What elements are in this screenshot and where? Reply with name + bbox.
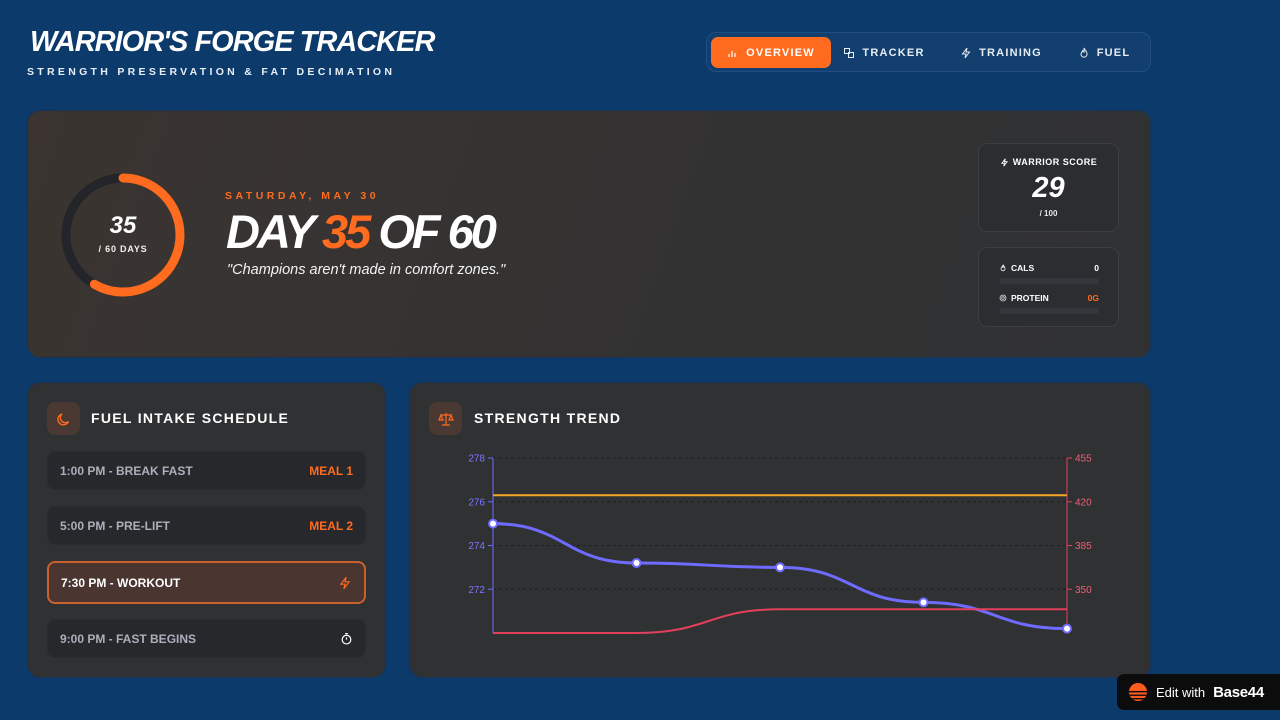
macro-row-cals: CALS 0 xyxy=(999,262,1099,274)
schedule-item-label: 1:00 PM - BREAK FAST xyxy=(60,463,193,478)
left-tick-label: 276 xyxy=(468,497,485,508)
right-tick-label: 350 xyxy=(1075,585,1092,596)
data-point xyxy=(1062,623,1072,634)
ring-day-value: 35 xyxy=(109,212,137,239)
macros-card: CALS 0 PROTEIN 0G xyxy=(978,247,1119,327)
day-heading: DAY 35 OF 60 xyxy=(226,204,497,260)
edit-with-base44-badge[interactable]: Edit with Base44 xyxy=(1117,674,1280,710)
right-tick-label: 385 xyxy=(1075,541,1092,552)
flame-icon xyxy=(1000,264,1006,272)
flame-icon xyxy=(1080,47,1088,58)
badge-brand: Base44 xyxy=(1213,683,1264,701)
schedule-item[interactable]: 9:00 PM - FAST BEGINS xyxy=(47,619,366,658)
main-nav: OVERVIEW TRACKER TRAINING FUEL xyxy=(706,32,1151,72)
target-icon xyxy=(999,294,1007,302)
tab-training-label: TRAINING xyxy=(979,46,1042,59)
macro-cals-label: CALS xyxy=(1011,263,1035,273)
macro-protein-label: PROTEIN xyxy=(1011,293,1049,303)
data-point xyxy=(631,558,642,568)
tab-overview[interactable]: OVERVIEW xyxy=(711,37,831,68)
macro-name-row: PROTEIN xyxy=(999,293,1049,303)
day-prefix: DAY xyxy=(226,205,315,258)
series-line xyxy=(492,522,1068,631)
macro-protein-bar xyxy=(999,308,1099,314)
bolt-icon xyxy=(961,47,971,58)
left-tick-label: 278 xyxy=(468,454,485,465)
bolt-icon xyxy=(339,576,351,589)
schedule-item-tag: MEAL 1 xyxy=(309,463,353,478)
ring-day-label: / 60 DAYS xyxy=(98,244,148,254)
trend-title: STRENGTH TREND xyxy=(474,410,622,426)
base44-logo-icon xyxy=(1129,683,1147,701)
right-tick-label: 420 xyxy=(1075,497,1092,508)
current-date: SATURDAY, MAY 30 xyxy=(225,190,380,202)
right-tick-label: 455 xyxy=(1075,454,1092,465)
bar-chart-icon xyxy=(728,50,736,57)
data-point xyxy=(775,562,785,573)
tab-tracker[interactable]: TRACKER xyxy=(839,37,929,68)
schedule-item-tag: MEAL 2 xyxy=(309,518,353,533)
day-suffix: OF 60 xyxy=(378,205,497,258)
strength-trend-chart: 272 274 276 278 350 385 420 455 xyxy=(468,454,1092,634)
tab-training[interactable]: TRAINING xyxy=(951,37,1051,68)
motivational-quote: "Champions aren't made in comfort zones.… xyxy=(227,262,506,278)
tab-overview-label: OVERVIEW xyxy=(746,46,815,59)
schedule-title: FUEL INTAKE SCHEDULE xyxy=(91,410,290,426)
schedule-item[interactable]: 1:00 PM - BREAK FAST MEAL 1 xyxy=(47,451,366,490)
scale-icon xyxy=(429,402,462,435)
macro-row-protein: PROTEIN 0G xyxy=(999,292,1099,304)
tab-fuel[interactable]: FUEL xyxy=(1069,37,1139,68)
left-tick-label: 272 xyxy=(468,585,485,596)
score-value: 29 xyxy=(1032,172,1065,204)
score-label: WARRIOR SCORE xyxy=(1012,157,1098,167)
macro-cals-value: 0 xyxy=(1094,263,1099,273)
stopwatch-icon xyxy=(341,633,352,645)
tab-tracker-label: TRACKER xyxy=(862,46,925,59)
schedule-item-label: 9:00 PM - FAST BEGINS xyxy=(60,631,197,646)
bolt-icon xyxy=(1000,157,1008,167)
tab-fuel-label: FUEL xyxy=(1096,46,1131,59)
score-max: / 100 xyxy=(1039,209,1058,218)
tracker-icon xyxy=(844,47,855,58)
badge-text: Edit with xyxy=(1156,684,1206,700)
left-tick-label: 274 xyxy=(468,541,485,552)
app-subtitle: STRENGTH PRESERVATION & FAT DECIMATION xyxy=(27,66,396,78)
moon-icon xyxy=(47,402,80,435)
score-label-row: WARRIOR SCORE xyxy=(979,157,1118,167)
schedule-item-label: 5:00 PM - PRE-LIFT xyxy=(60,518,171,533)
schedule-item-label: 7:30 PM - WORKOUT xyxy=(61,575,181,590)
schedule-item[interactable]: 5:00 PM - PRE-LIFT MEAL 2 xyxy=(47,506,366,545)
macro-cals-bar xyxy=(999,278,1099,284)
warrior-score-card: WARRIOR SCORE 29 / 100 xyxy=(978,143,1119,232)
macro-name-row: CALS xyxy=(999,263,1034,273)
data-point xyxy=(488,518,498,529)
day-current: 35 xyxy=(321,205,371,258)
schedule-item-active[interactable]: 7:30 PM - WORKOUT xyxy=(47,561,366,604)
app-title: WARRIOR'S FORGE TRACKER xyxy=(30,26,435,58)
data-point xyxy=(918,597,929,608)
macro-protein-value: 0G xyxy=(1087,293,1099,303)
series-line xyxy=(492,608,1067,634)
